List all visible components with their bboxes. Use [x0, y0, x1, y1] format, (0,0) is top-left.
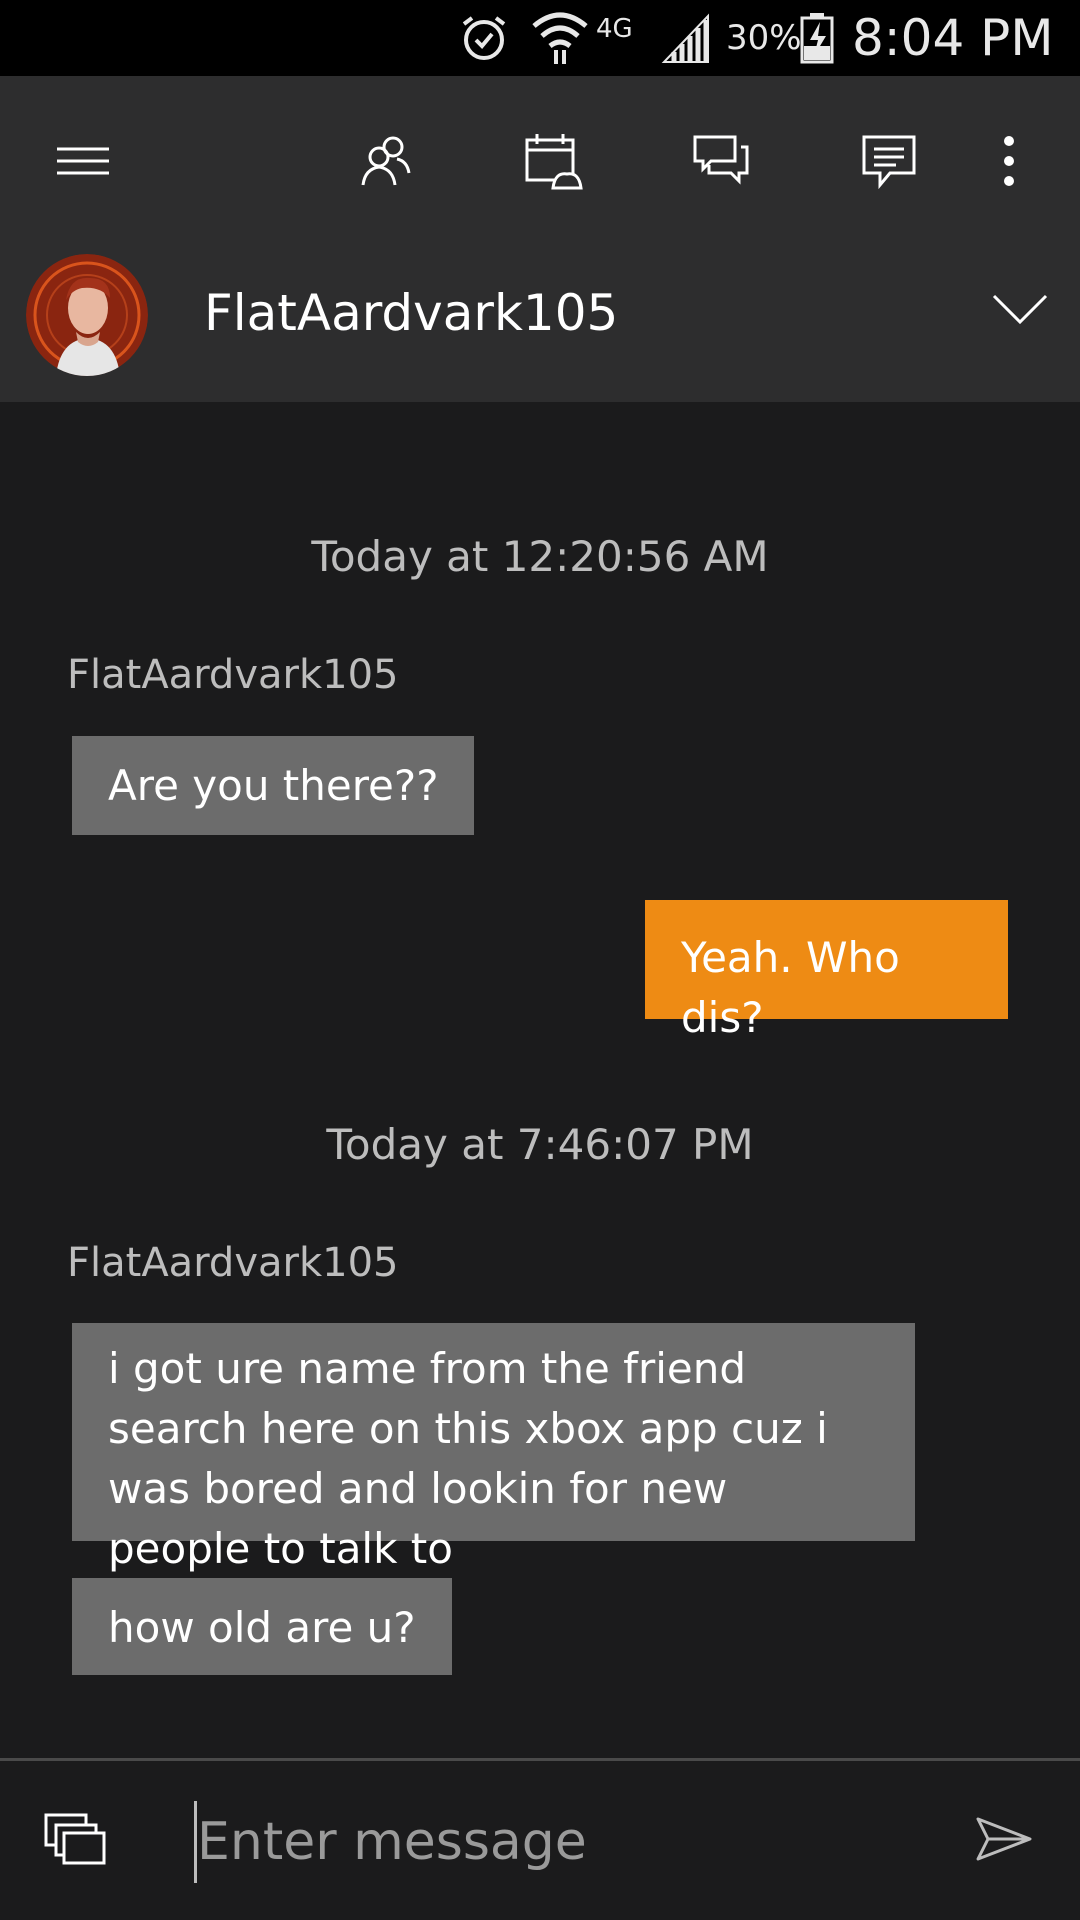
more-options-icon[interactable]	[974, 126, 1044, 196]
attach-screenshot-icon[interactable]	[44, 1813, 106, 1865]
chevron-down-icon[interactable]	[990, 288, 1050, 328]
friends-icon[interactable]	[350, 126, 420, 196]
clock: 8:04 PM	[852, 9, 1054, 67]
avatar[interactable]	[26, 254, 148, 376]
wifi-icon	[530, 0, 590, 76]
timestamp: Today at 12:20:56 AM	[311, 532, 769, 581]
message-icon[interactable]	[854, 126, 924, 196]
outgoing-message-bubble[interactable]: Yeah. Who dis?	[645, 900, 1008, 1042]
calendar-controller-icon[interactable]	[518, 126, 588, 196]
conversation-name: FlatAardvark105	[204, 284, 619, 342]
incoming-message-bubble[interactable]: how old are u?	[72, 1578, 452, 1675]
status-bar: 4G 30% 8:04 PM	[0, 0, 1080, 76]
send-icon[interactable]	[976, 1815, 1032, 1863]
battery-percent: 30%	[726, 18, 802, 58]
incoming-message-bubble[interactable]: i got ure name from the friend search he…	[72, 1323, 915, 1573]
incoming-message-bubble[interactable]: Are you there??	[72, 736, 475, 835]
message-input[interactable]	[194, 1801, 919, 1883]
message-sender: FlatAardvark105	[67, 1240, 399, 1286]
battery-charging-icon	[800, 0, 834, 76]
conversation-header[interactable]: FlatAardvark105	[0, 246, 1080, 402]
message-sender: FlatAardvark105	[67, 652, 399, 698]
hamburger-menu-icon[interactable]	[48, 126, 118, 196]
timestamp: Today at 7:46:07 PM	[326, 1120, 754, 1169]
alarm-icon	[458, 0, 510, 76]
app-toolbar	[0, 76, 1080, 246]
message-composer	[0, 1761, 1080, 1920]
signal-icon	[660, 0, 712, 76]
conversations-icon[interactable]	[686, 126, 756, 196]
